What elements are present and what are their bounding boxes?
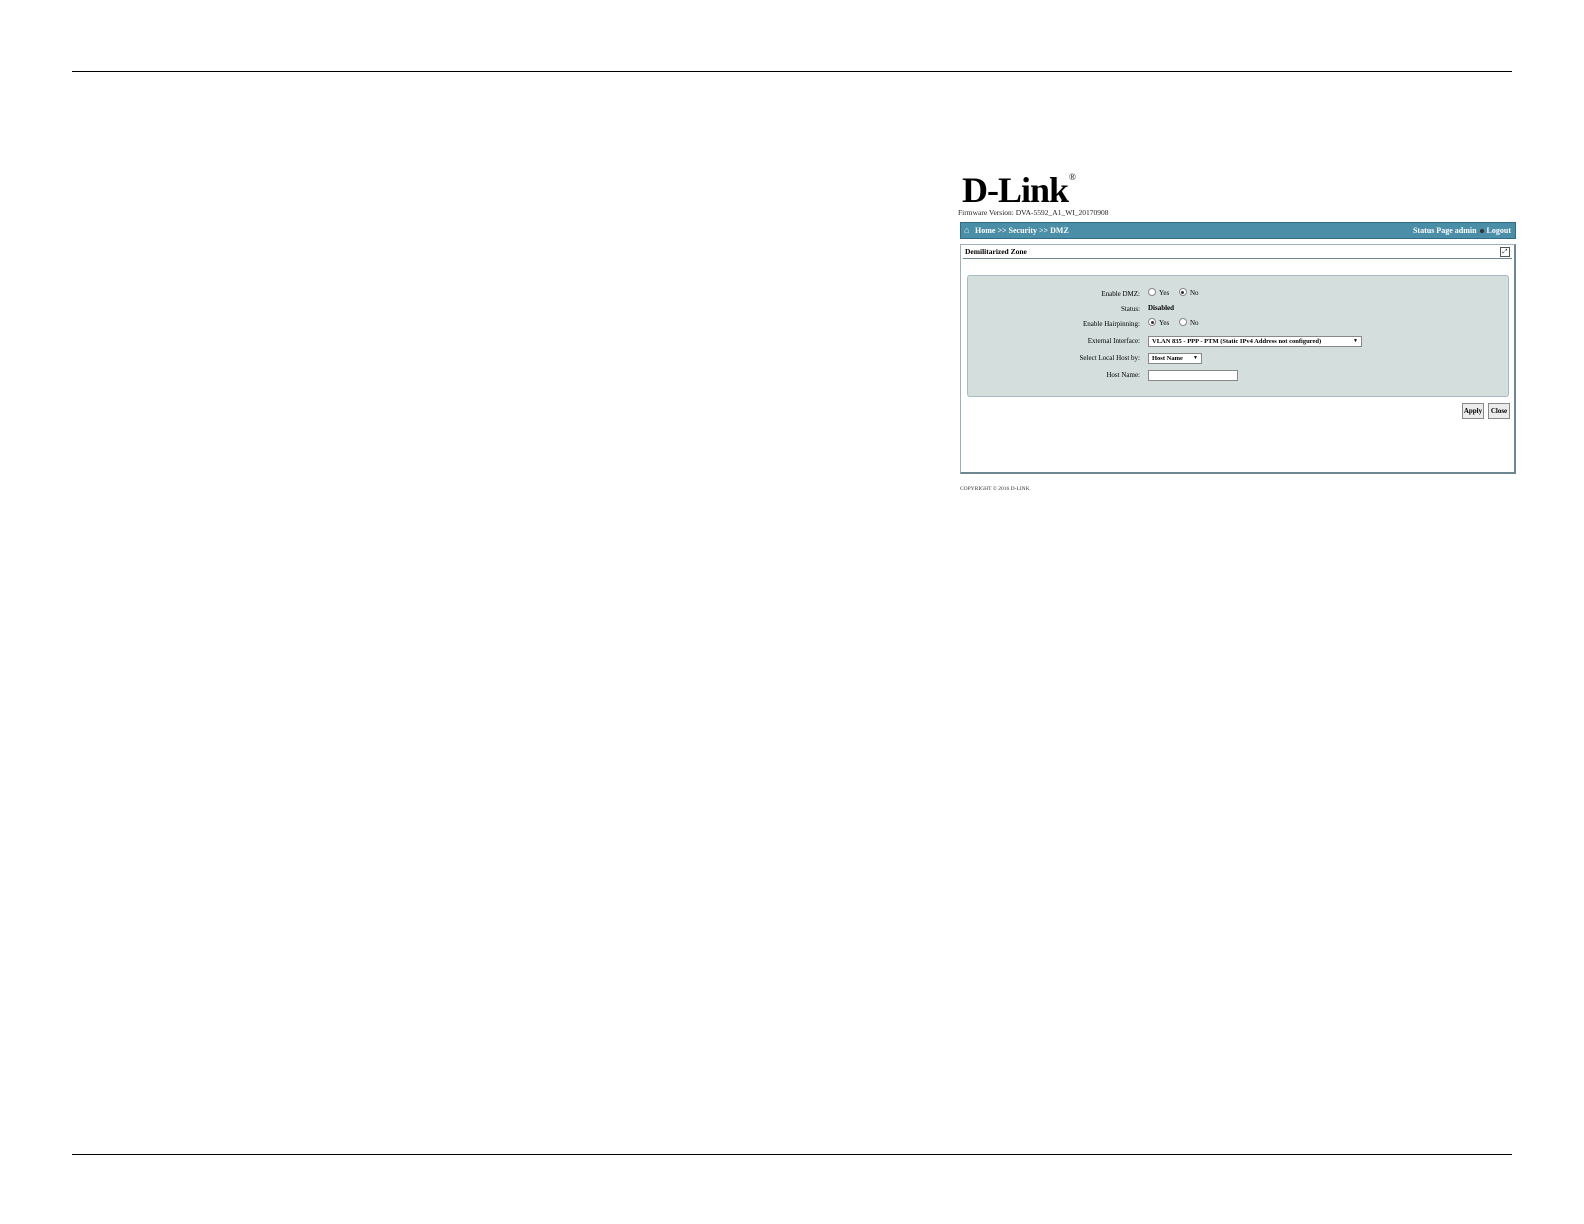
status-page-link[interactable]: Status Page bbox=[1413, 226, 1453, 235]
copyright: COPYRIGHT © 2016 D-LINK bbox=[960, 486, 1030, 492]
bottom-rule bbox=[72, 1154, 1512, 1155]
hairpinning-no-label: No bbox=[1189, 319, 1199, 327]
enable-dmz-no-radio[interactable] bbox=[1178, 288, 1187, 297]
external-interface-label: External Interface: bbox=[1087, 337, 1140, 345]
local-host-select[interactable]: Host Name ▼ bbox=[1148, 353, 1202, 364]
registered-mark: ® bbox=[1069, 172, 1076, 182]
enable-dmz-label: Enable DMZ: bbox=[1101, 290, 1140, 298]
external-interface-select[interactable]: VLAN 835 - PPP - PTM (Static IPv4 Addres… bbox=[1148, 336, 1362, 347]
external-interface-value: VLAN 835 - PPP - PTM (Static IPv4 Addres… bbox=[1152, 338, 1322, 345]
logout-icon[interactable] bbox=[1479, 228, 1484, 233]
local-host-label: Select Local Host by: bbox=[1079, 354, 1140, 362]
row-local-host: Select Local Host by: Host Name ▼ bbox=[968, 353, 1508, 365]
hairpinning-no-radio[interactable] bbox=[1178, 318, 1187, 327]
firmware-version: Firmware Version: DVA-5592_A1_WI_2017090… bbox=[958, 208, 1109, 217]
status-label: Status: bbox=[1120, 305, 1140, 313]
dmz-panel: Demilitarized Zone ⤢ Enable DMZ: Yes No … bbox=[960, 244, 1516, 474]
enable-dmz-yes-radio[interactable] bbox=[1148, 288, 1156, 297]
breadcrumb[interactable]: Home >> Security >> DMZ bbox=[975, 223, 1069, 238]
dmz-form: Enable DMZ: Yes No Status: Disabled Enab… bbox=[967, 275, 1509, 397]
enable-dmz-yes-label: Yes bbox=[1159, 289, 1170, 297]
host-name-label: Host Name: bbox=[1106, 371, 1140, 379]
logo-text: D-Link bbox=[962, 170, 1069, 210]
chevron-down-icon: ▼ bbox=[1193, 356, 1198, 361]
expand-icon[interactable]: ⤢ bbox=[1500, 247, 1510, 257]
enable-dmz-no-label: No bbox=[1189, 289, 1199, 297]
close-button[interactable]: Close bbox=[1488, 403, 1510, 419]
host-name-input[interactable] bbox=[1148, 370, 1238, 381]
apply-button[interactable]: Apply bbox=[1462, 403, 1484, 419]
panel-title-divider bbox=[963, 258, 1512, 259]
hairpinning-label: Enable Hairpinning: bbox=[1083, 320, 1140, 328]
row-status: Status: Disabled bbox=[968, 304, 1508, 316]
panel-title: Demilitarized Zone bbox=[965, 247, 1027, 256]
row-hairpinning: Enable Hairpinning: Yes No bbox=[968, 318, 1508, 331]
hairpinning-yes-label: Yes bbox=[1159, 319, 1170, 327]
top-rule bbox=[72, 71, 1512, 72]
row-enable-dmz: Enable DMZ: Yes No bbox=[968, 288, 1508, 301]
logout-link[interactable]: Logout bbox=[1487, 226, 1511, 235]
row-external-interface: External Interface: VLAN 835 - PPP - PTM… bbox=[968, 336, 1508, 348]
status-value: Disabled bbox=[1148, 304, 1175, 312]
row-host-name: Host Name: bbox=[968, 370, 1508, 382]
top-navbar: ⌂ Home >> Security >> DMZ Status Page ad… bbox=[960, 222, 1516, 239]
chevron-down-icon: ▼ bbox=[1353, 339, 1358, 344]
hairpinning-yes-radio[interactable] bbox=[1148, 318, 1156, 327]
home-icon[interactable]: ⌂ bbox=[964, 223, 969, 238]
username: admin bbox=[1454, 226, 1477, 235]
navbar-right: Status Page admin Logout bbox=[1413, 223, 1511, 238]
local-host-value: Host Name bbox=[1152, 355, 1183, 362]
